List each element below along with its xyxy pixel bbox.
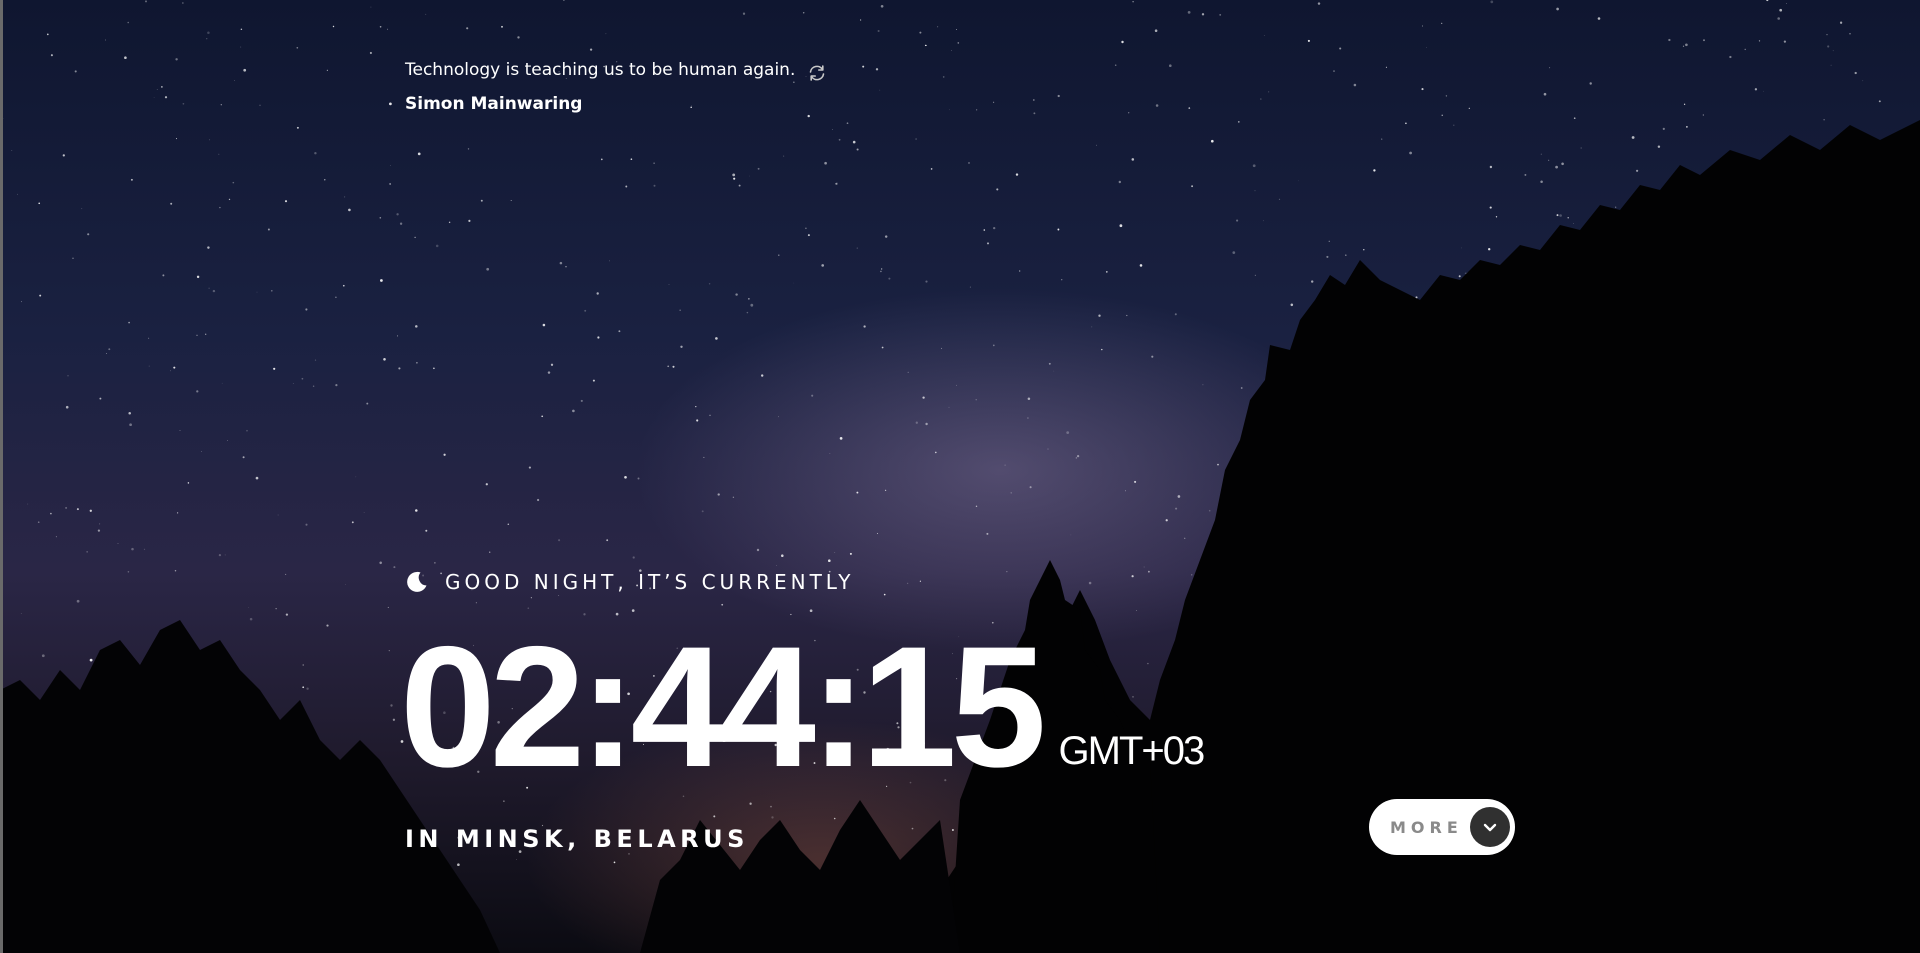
clock: 02:44:15 GMT+03 xyxy=(400,611,1206,803)
tree-silhouette xyxy=(0,120,1920,953)
more-button[interactable]: MORE xyxy=(1369,799,1515,855)
moon-icon xyxy=(407,571,427,592)
more-button-label: MORE xyxy=(1390,817,1463,837)
greeting-text: GOOD NIGHT, IT’S CURRENTLY xyxy=(445,570,855,594)
window-edge xyxy=(0,0,3,953)
quote-block: Technology is teaching us to be human ag… xyxy=(405,56,865,114)
refresh-quote-button[interactable] xyxy=(807,63,827,83)
quote-author: Simon Mainwaring xyxy=(405,94,583,114)
chevron-down-glyph xyxy=(1483,823,1497,832)
location-text: IN MINSK, BELARUS xyxy=(405,825,749,853)
clock-timezone: GMT+03 xyxy=(1058,729,1206,773)
greeting: GOOD NIGHT, IT’S CURRENTLY xyxy=(405,567,855,597)
chevron-down-icon xyxy=(1470,807,1510,847)
refresh-icon xyxy=(809,65,825,81)
clock-time: 02:44:15 xyxy=(400,611,1047,803)
quote-text: Technology is teaching us to be human ag… xyxy=(405,60,796,80)
